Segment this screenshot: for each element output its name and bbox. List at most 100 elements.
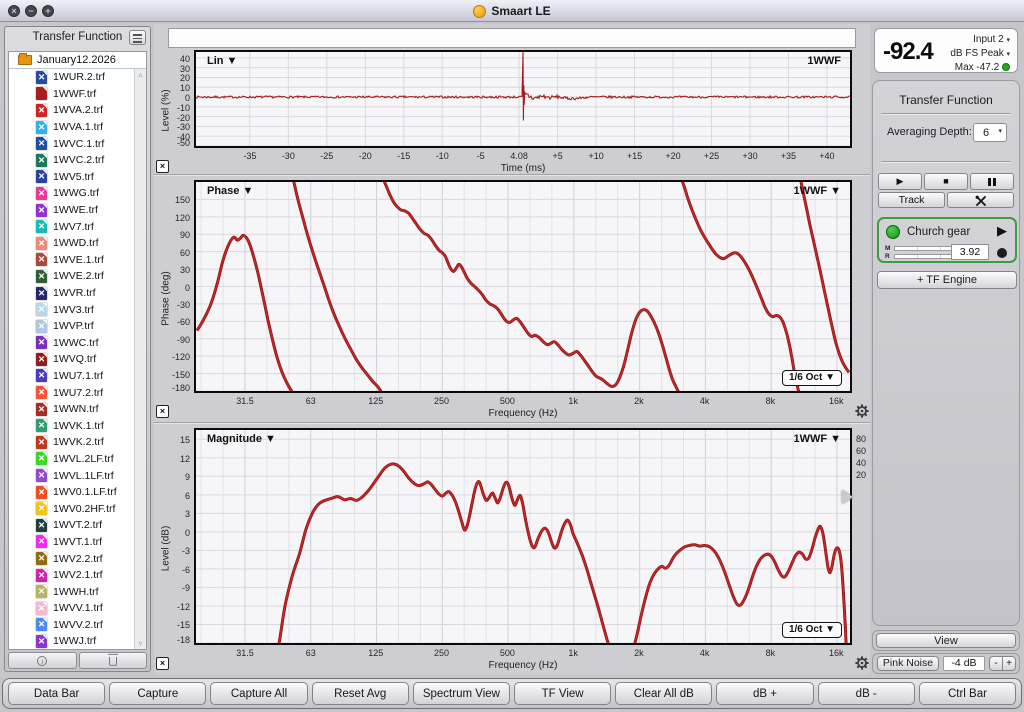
phase-settings-gear-icon[interactable] [855,404,869,418]
impulse-plot[interactable]: Lin ▼1WWF [194,50,852,148]
file-item[interactable]: ✕1WWG.trf [9,185,146,202]
toolbar-button-spectrum-view[interactable]: Spectrum View [413,682,510,705]
file-item[interactable]: ✕1WWE.trf [9,202,146,219]
file-name: 1WVT.2.trf [53,519,102,531]
file-item[interactable]: ✕1WV3.trf [9,301,146,318]
phase-trace-select[interactable]: 1WWF ▼ [793,185,841,197]
file-item[interactable]: ✕1WV0.1.LF.trf [9,484,146,501]
engine-play-icon[interactable]: ▶ [997,223,1007,239]
phase-close-button[interactable]: × [156,405,169,418]
file-item[interactable]: ✕1WU7.2.trf [9,384,146,401]
phase-smoothing-dropdown[interactable]: 1/6 Oct ▼ [782,370,842,386]
x-tick-label: 250 [422,396,462,406]
file-list-scrollbar[interactable]: ▵ ▿ [134,69,146,649]
pink-noise-button[interactable]: Pink Noise [877,656,939,671]
phase-type-dropdown[interactable]: Phase ▼ [207,185,253,197]
file-name: 1WVR.trf [53,287,96,299]
file-item[interactable]: ✕1WVE.2.trf [9,268,146,285]
file-item[interactable]: 1WWF.trf [9,86,146,103]
chart-splitter[interactable] [154,422,870,424]
file-item[interactable]: ✕1WVV.1.trf [9,600,146,617]
averaging-depth-select[interactable]: 6▾ [973,123,1007,142]
input-select[interactable]: Input 2 ▾ [973,34,1010,45]
file-item[interactable]: ✕1WVP.trf [9,318,146,335]
toolbar-button-capture[interactable]: Capture [109,682,206,705]
phase-x-axis-title: Frequency (Hz) [194,408,852,419]
file-item[interactable]: ✕1WWH.trf [9,583,146,600]
scroll-down-icon[interactable]: ▿ [135,639,146,648]
file-item[interactable]: ✕1WVL.1LF.trf [9,467,146,484]
trf-file-icon: ✕ [36,602,47,615]
file-item[interactable]: ✕1WVE.1.trf [9,252,146,269]
play-button[interactable]: ▶ [878,173,922,190]
scroll-up-icon[interactable]: ▵ [135,70,146,79]
impulse-close-button[interactable]: × [156,160,169,173]
file-item[interactable]: ✕1WVR.trf [9,285,146,302]
add-tf-engine-button[interactable]: + TF Engine [877,271,1017,289]
tf-engine-panel[interactable]: Church gear ▶ M R 3.92 [877,217,1017,263]
view-button[interactable]: View [876,633,1016,648]
file-item[interactable]: ✕1WV0.2HF.trf [9,500,146,517]
file-item[interactable]: ✕1WVL.2LF.trf [9,451,146,468]
toolbar-button-reset-avg[interactable]: Reset Avg [312,682,409,705]
sidebar-menu-icon[interactable] [129,30,146,45]
file-item[interactable]: ✕1WVT.2.trf [9,517,146,534]
file-item[interactable]: ✕1WWN.trf [9,401,146,418]
engine-record-icon[interactable] [997,248,1007,258]
magnitude-plot[interactable]: Magnitude ▼ 1WWF ▼ 1/6 Oct ▼ [194,428,852,645]
file-item[interactable]: ✕1WVC.2.trf [9,152,146,169]
file-item[interactable]: ✕1WVQ.trf [9,351,146,368]
magnitude-trace-select[interactable]: 1WWF ▼ [793,433,841,445]
engine-delay-value[interactable]: 3.92 [951,244,989,260]
file-name: 1WWG.trf [53,187,99,199]
phase-plot[interactable]: Phase ▼ 1WWF ▼ 1/6 Oct ▼ [194,180,852,393]
tools-button[interactable] [947,192,1014,208]
file-item[interactable]: ✕1WVK.2.trf [9,434,146,451]
file-item[interactable]: ✕1WVV.2.trf [9,617,146,634]
window-title: Smaart LE [491,4,550,18]
folder-row[interactable]: January12.2026 [9,52,146,69]
file-item[interactable]: ✕1WVT.1.trf [9,534,146,551]
toolbar-button-tf-view[interactable]: TF View [514,682,611,705]
file-item[interactable]: ✕1WVC.1.trf [9,135,146,152]
stop-button[interactable]: ■ [924,173,968,190]
file-item[interactable]: ✕1WVA.2.trf [9,102,146,119]
trf-file-icon: ✕ [36,137,47,150]
toolbar-button-ctrl-bar[interactable]: Ctrl Bar [919,682,1016,705]
track-button[interactable]: Track [878,192,945,208]
input-meter-box: -92.4 Input 2 ▾ dB FS Peak ▾ Max -47.2 [874,28,1018,73]
file-item[interactable]: ✕1WWD.trf [9,235,146,252]
chart-splitter[interactable] [154,174,870,176]
file-item[interactable]: ✕1WV2.1.trf [9,567,146,584]
file-item[interactable]: ✕1WV5.trf [9,169,146,186]
magnitude-settings-gear-icon[interactable] [855,656,869,670]
x-tick-label: 31.5 [225,396,265,406]
x-tick-label: +20 [653,151,693,161]
magnitude-type-dropdown[interactable]: Magnitude ▼ [207,433,276,445]
file-item[interactable]: ✕1WWC.trf [9,335,146,352]
pause-button[interactable] [970,173,1014,190]
toolbar-button-db-[interactable]: dB - [818,682,915,705]
file-item[interactable]: ✕1WVK.1.trf [9,417,146,434]
file-info-button[interactable]: i [8,652,77,669]
toolbar-button-db-[interactable]: dB + [716,682,813,705]
file-delete-button[interactable] [79,652,148,669]
file-item[interactable]: ✕1WV7.trf [9,218,146,235]
coherence-threshold-handle[interactable] [842,490,853,504]
generator-level-plus-button[interactable]: + [1002,656,1016,671]
generator-level-minus-button[interactable]: - [989,656,1003,671]
toolbar-button-capture-all[interactable]: Capture All [210,682,307,705]
file-name: 1WUR.2.trf [53,71,105,83]
toolbar-button-clear-all-db[interactable]: Clear All dB [615,682,712,705]
file-item[interactable]: ✕1WV2.2.trf [9,550,146,567]
magnitude-smoothing-dropdown[interactable]: 1/6 Oct ▼ [782,622,842,638]
file-name: 1WU7.2.trf [53,387,103,399]
file-item[interactable]: ✕1WU7.1.trf [9,368,146,385]
file-item[interactable]: ✕1WVA.1.trf [9,119,146,136]
magnitude-close-button[interactable]: × [156,657,169,670]
impulse-type-dropdown[interactable]: Lin ▼ [207,55,237,67]
toolbar-button-data-bar[interactable]: Data Bar [8,682,105,705]
meter-mode-select[interactable]: dB FS Peak ▾ [950,48,1010,59]
file-item[interactable]: ✕1WUR.2.trf [9,69,146,86]
file-item[interactable]: ✕1WWJ.trf [9,633,146,650]
